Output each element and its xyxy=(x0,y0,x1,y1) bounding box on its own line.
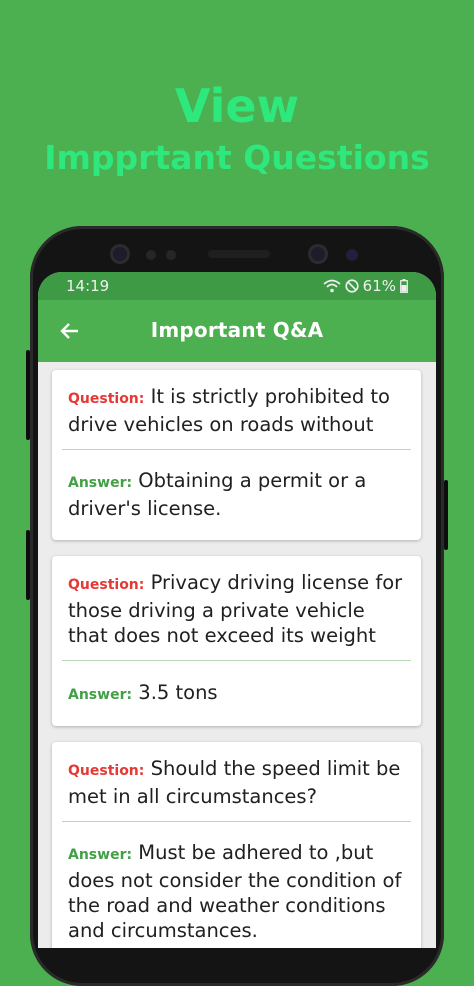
qa-card[interactable]: Question: It is strictly prohibited to d… xyxy=(52,370,421,540)
promo-title-line1: View xyxy=(174,79,300,133)
wifi-icon xyxy=(323,279,341,293)
do-not-disturb-icon xyxy=(345,279,359,293)
question-label: Question: xyxy=(68,577,145,593)
question-text: Question: Should the speed limit be met … xyxy=(68,756,408,809)
iris-camera-icon xyxy=(308,244,328,264)
sensor-dot-icon xyxy=(166,250,176,260)
question-label: Question: xyxy=(68,763,145,779)
divider xyxy=(62,821,411,822)
promo-title-line2: Impprtant Questions xyxy=(44,138,430,177)
status-time: 14:19 xyxy=(66,277,110,295)
question-text: Question: It is strictly prohibited to d… xyxy=(68,384,408,437)
phone-screen: 14:19 61% Important Q&A Question: It is … xyxy=(38,272,436,948)
answer-label: Answer: xyxy=(68,687,133,703)
answer-label: Answer: xyxy=(68,475,133,491)
status-icons: 61% xyxy=(323,277,408,295)
answer-text: Answer: Obtaining a permit or a driver's… xyxy=(68,468,408,521)
qa-card[interactable]: Question: Should the speed limit be met … xyxy=(52,742,421,948)
qa-card[interactable]: Question: Privacy driving license for th… xyxy=(52,556,421,726)
app-bar: Important Q&A xyxy=(38,300,436,362)
answer-body: 3.5 tons xyxy=(138,681,218,704)
status-bar: 14:19 61% xyxy=(38,272,436,300)
answer-text: Answer: Must be adhered to ,but does not… xyxy=(68,840,408,943)
phone-side-button xyxy=(26,350,30,440)
phone-speaker xyxy=(208,250,270,258)
sensor-dot-icon xyxy=(346,249,358,261)
app-title: Important Q&A xyxy=(150,318,324,342)
divider xyxy=(62,449,411,450)
answer-label: Answer: xyxy=(68,847,133,863)
front-camera-icon xyxy=(110,244,130,264)
phone-side-button xyxy=(444,480,448,550)
divider xyxy=(62,660,411,661)
sensor-dot-icon xyxy=(146,250,156,260)
question-text: Question: Privacy driving license for th… xyxy=(68,570,408,648)
phone-side-button xyxy=(26,530,30,600)
battery-icon xyxy=(400,279,408,293)
answer-text: Answer: 3.5 tons xyxy=(68,680,408,708)
question-label: Question: xyxy=(68,391,145,407)
battery-percent: 61% xyxy=(362,277,396,295)
